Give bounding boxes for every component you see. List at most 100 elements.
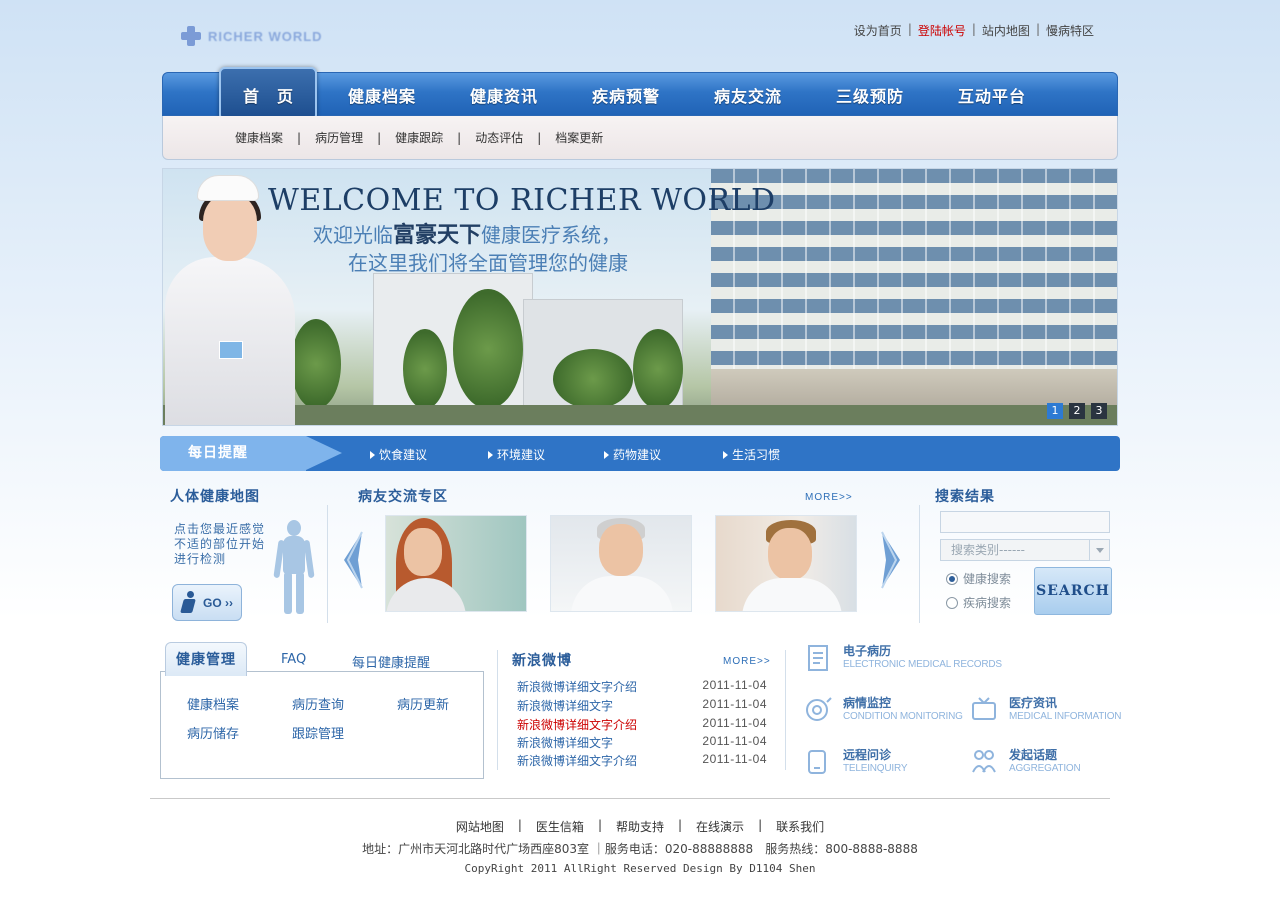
divider xyxy=(497,650,498,770)
footer-link-sitemap[interactable]: 网站地图 xyxy=(442,818,518,835)
search-input[interactable] xyxy=(940,511,1110,533)
radio-unchecked-icon xyxy=(946,596,958,609)
footer-links: 网站地图 | 医生信箱 | 帮助支持 | 在线演示 | 联系我们 xyxy=(0,818,1280,835)
search-title: 搜索结果 xyxy=(935,489,995,505)
human-body-icon[interactable] xyxy=(272,520,316,614)
service-medical-information[interactable]: 医疗资讯 MEDICAL INFORMATION xyxy=(969,694,1122,726)
sitemap-link[interactable]: 站内地图 xyxy=(976,22,1036,39)
search-option-health[interactable]: 健康搜索 xyxy=(946,570,1011,587)
banner-page-3[interactable]: 3 xyxy=(1091,403,1107,419)
divider xyxy=(919,505,920,623)
footer-link-demo[interactable]: 在线演示 xyxy=(682,818,758,835)
nav-item-patient-exchange[interactable]: 病友交流 xyxy=(714,83,782,107)
banner-title-cn-line2: 在这里我们将全面管理您的健康 xyxy=(348,251,628,275)
site-logo[interactable]: RICHER WORLD xyxy=(180,24,330,48)
banner-page-2[interactable]: 2 xyxy=(1069,403,1085,419)
health-management-panel: 健康档案 病历查询 病历更新 病历储存 跟踪管理 xyxy=(160,671,484,779)
tab-health-management[interactable]: 健康管理 xyxy=(165,642,247,676)
main-nav: 首 页 健康档案 健康资讯 疾病预警 病友交流 三级预防 互动平台 xyxy=(162,67,1118,121)
footer-divider xyxy=(150,798,1110,799)
go-label: GO ›› xyxy=(203,595,233,610)
tab-faq[interactable]: FAQ xyxy=(281,652,306,667)
footer-link-help[interactable]: 帮助支持 xyxy=(602,818,678,835)
weibo-item[interactable]: 新浪微博详细文字 2011-11-04 xyxy=(517,734,767,751)
service-aggregation[interactable]: 发起话题 AGGREGATION xyxy=(969,746,1081,778)
chevron-down-icon xyxy=(1089,540,1109,560)
hm-link-record-query[interactable]: 病历查询 xyxy=(292,694,344,713)
hero-banner[interactable]: WELCOME TO RICHER WORLD 欢迎光临富豪天下健康医疗系统， … xyxy=(162,168,1118,426)
sub-nav: 健康档案 | 病历管理 | 健康跟踪 | 动态评估 | 档案更新 xyxy=(162,116,1118,160)
daily-item-lifestyle[interactable]: 生活习惯 xyxy=(723,446,780,463)
nav-item-disease-warning[interactable]: 疾病预警 xyxy=(592,83,660,107)
top-links: 设为首页 | 登陆帐号 | 站内地图 | 慢病特区 xyxy=(848,22,1100,39)
daily-item-diet[interactable]: 饮食建议 xyxy=(370,446,427,463)
service-condition-monitoring[interactable]: 病情监控 CONDITION MONITORING xyxy=(803,694,963,726)
footer-copyright: CopyRight 2011 AllRight Reserved Design … xyxy=(464,862,816,875)
set-homepage-link[interactable]: 设为首页 xyxy=(848,22,908,39)
service-teleinquiry[interactable]: 远程问诊 TELEINQUIRY xyxy=(803,746,908,778)
subnav-item-health-tracking[interactable]: 健康跟踪 xyxy=(381,129,457,146)
nav-item-interactive-platform[interactable]: 互动平台 xyxy=(958,83,1026,107)
hm-link-health-records[interactable]: 健康档案 xyxy=(187,694,239,713)
footer-link-doctor-mail[interactable]: 医生信箱 xyxy=(522,818,598,835)
hm-link-record-storage[interactable]: 病历储存 xyxy=(187,723,239,742)
nav-item-home[interactable]: 首 页 xyxy=(243,83,294,107)
go-button[interactable]: GO ›› xyxy=(172,584,242,621)
medical-cross-icon xyxy=(180,25,202,47)
banner-page-1[interactable]: 1 xyxy=(1047,403,1063,419)
banner-pager: 1 2 3 xyxy=(1047,403,1107,419)
tree-image xyxy=(453,289,523,409)
subnav-item-record-update[interactable]: 档案更新 xyxy=(541,129,617,146)
login-link[interactable]: 登陆帐号 xyxy=(912,22,972,39)
divider xyxy=(785,650,786,770)
subnav-item-health-records[interactable]: 健康档案 xyxy=(221,129,297,146)
patient-photo-2[interactable] xyxy=(550,515,692,612)
triangle-right-icon xyxy=(723,451,728,459)
weibo-item[interactable]: 新浪微博详细文字介绍 2011-11-04 xyxy=(517,716,767,733)
nav-item-health-news[interactable]: 健康资讯 xyxy=(470,83,538,107)
banner-title-en: WELCOME TO RICHER WORLD xyxy=(268,183,776,218)
daily-item-environment[interactable]: 环境建议 xyxy=(488,446,545,463)
chronic-disease-link[interactable]: 慢病特区 xyxy=(1040,22,1100,39)
banner-title-cn-line1: 欢迎光临富豪天下健康医疗系统， xyxy=(313,223,622,248)
weibo-item[interactable]: 新浪微博详细文字介绍 2011-11-04 xyxy=(517,752,767,769)
subnav-item-dynamic-assessment[interactable]: 动态评估 xyxy=(461,129,537,146)
divider xyxy=(327,505,328,623)
tv-icon xyxy=(969,694,1001,726)
tab-daily-health-reminder[interactable]: 每日健康提醒 xyxy=(352,652,430,671)
search-category-select[interactable]: 搜索类别------ xyxy=(940,539,1110,561)
bodymap-title: 人体健康地图 xyxy=(170,489,260,505)
hm-link-record-update[interactable]: 病历更新 xyxy=(397,694,449,713)
document-icon xyxy=(803,642,835,674)
search-option-disease[interactable]: 疾病搜索 xyxy=(946,594,1011,611)
hm-link-tracking-management[interactable]: 跟踪管理 xyxy=(292,723,344,742)
carousel-next-arrow-icon[interactable] xyxy=(876,530,906,590)
weibo-item[interactable]: 新浪微博详细文字介绍 2011-11-04 xyxy=(517,678,767,695)
nav-item-health-records[interactable]: 健康档案 xyxy=(348,83,416,107)
patients-title: 病友交流专区 xyxy=(358,489,448,505)
patient-photo-1[interactable] xyxy=(385,515,527,612)
patients-more-link[interactable]: MORE>> xyxy=(805,492,853,503)
service-electronic-records[interactable]: 电子病历 ELECTRONIC MEDICAL RECORDS xyxy=(803,642,1002,674)
search-button[interactable]: SEARCH xyxy=(1034,567,1112,615)
runner-icon xyxy=(179,590,199,615)
daily-reminder-label: 每日提醒 xyxy=(160,436,306,471)
footer-link-contact[interactable]: 联系我们 xyxy=(762,818,838,835)
nav-item-tertiary-prevention[interactable]: 三级预防 xyxy=(836,83,904,107)
phone-icon xyxy=(803,746,835,778)
tree-image xyxy=(633,329,683,409)
radio-checked-icon xyxy=(946,572,958,585)
footer-address: 地址：广州市天河北路时代广场西座803室 ｜服务电话：020-88888888 … xyxy=(362,842,918,856)
triangle-right-icon xyxy=(604,451,609,459)
weibo-item[interactable]: 新浪微博详细文字 2011-11-04 xyxy=(517,697,767,714)
daily-item-medication[interactable]: 药物建议 xyxy=(604,446,661,463)
patient-photo-3[interactable] xyxy=(715,515,857,612)
subnav-item-record-management[interactable]: 病历管理 xyxy=(301,129,377,146)
carousel-prev-arrow-icon[interactable] xyxy=(338,530,368,590)
monitor-icon xyxy=(803,694,835,726)
weibo-more-link[interactable]: MORE>> xyxy=(723,656,771,667)
bodymap-description: 点击您最近感觉不适的部位开始进行检测 xyxy=(174,522,266,566)
weibo-title: 新浪微博 xyxy=(512,653,572,669)
triangle-right-icon xyxy=(370,451,375,459)
triangle-right-icon xyxy=(488,451,493,459)
